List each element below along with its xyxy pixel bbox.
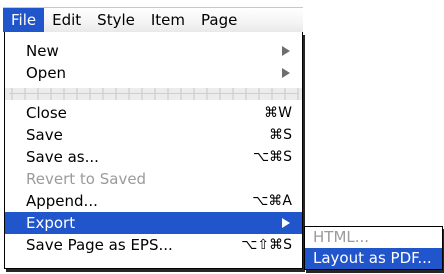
menu-bar: File Edit Style Item Page: [3, 7, 303, 32]
menu-separator: [5, 88, 302, 100]
menu-item-save-page-as-eps[interactable]: Save Page as EPS... ⌥⇧⌘S: [5, 234, 302, 256]
menu-item-open[interactable]: Open: [5, 62, 302, 84]
menu-item-label: Close: [26, 104, 67, 122]
menu-item-label: Open: [26, 64, 67, 82]
menu-item-label: Revert to Saved: [26, 170, 147, 188]
menu-item-label: Append...: [26, 192, 98, 210]
menu-page[interactable]: Page: [193, 8, 245, 32]
menu-item-label: Export: [26, 214, 76, 232]
shortcut-label: ⌘S: [269, 127, 292, 143]
menu-edit[interactable]: Edit: [44, 8, 89, 32]
export-submenu: HTML... Layout as PDF...: [304, 226, 443, 270]
menu-item-new[interactable]: New: [5, 40, 302, 62]
file-menu-dropdown: New Open Close ⌘W Save ⌘S Save as... ⌥⌘S…: [4, 32, 303, 269]
menu-item[interactable]: Item: [143, 8, 193, 32]
menu-item-export[interactable]: Export: [5, 212, 302, 234]
menu-item-save[interactable]: Save ⌘S: [5, 124, 302, 146]
submenu-item-html: HTML...: [305, 227, 442, 248]
submenu-arrow-icon: [282, 218, 290, 228]
menu-style[interactable]: Style: [89, 8, 143, 32]
submenu-item-label: HTML...: [313, 228, 370, 246]
submenu-arrow-icon: [282, 68, 290, 78]
submenu-item-layout-as-pdf[interactable]: Layout as PDF...: [305, 248, 442, 269]
menu-item-close[interactable]: Close ⌘W: [5, 102, 302, 124]
menu-item-label: Save as...: [26, 148, 99, 166]
shortcut-label: ⌘W: [264, 105, 292, 121]
menu-item-save-as[interactable]: Save as... ⌥⌘S: [5, 146, 302, 168]
menu-item-revert-to-saved: Revert to Saved: [5, 168, 302, 190]
menu-item-append[interactable]: Append... ⌥⌘A: [5, 190, 302, 212]
menu-item-label: Save: [26, 126, 63, 144]
menu-file[interactable]: File: [3, 8, 45, 32]
shortcut-label: ⌥⌘A: [252, 193, 292, 209]
shortcut-label: ⌥⇧⌘S: [241, 237, 292, 253]
shortcut-label: ⌥⌘S: [252, 149, 292, 165]
submenu-item-label: Layout as PDF...: [313, 249, 432, 267]
submenu-arrow-icon: [282, 46, 290, 56]
menu-item-label: New: [26, 42, 59, 60]
menu-item-label: Save Page as EPS...: [26, 236, 173, 254]
